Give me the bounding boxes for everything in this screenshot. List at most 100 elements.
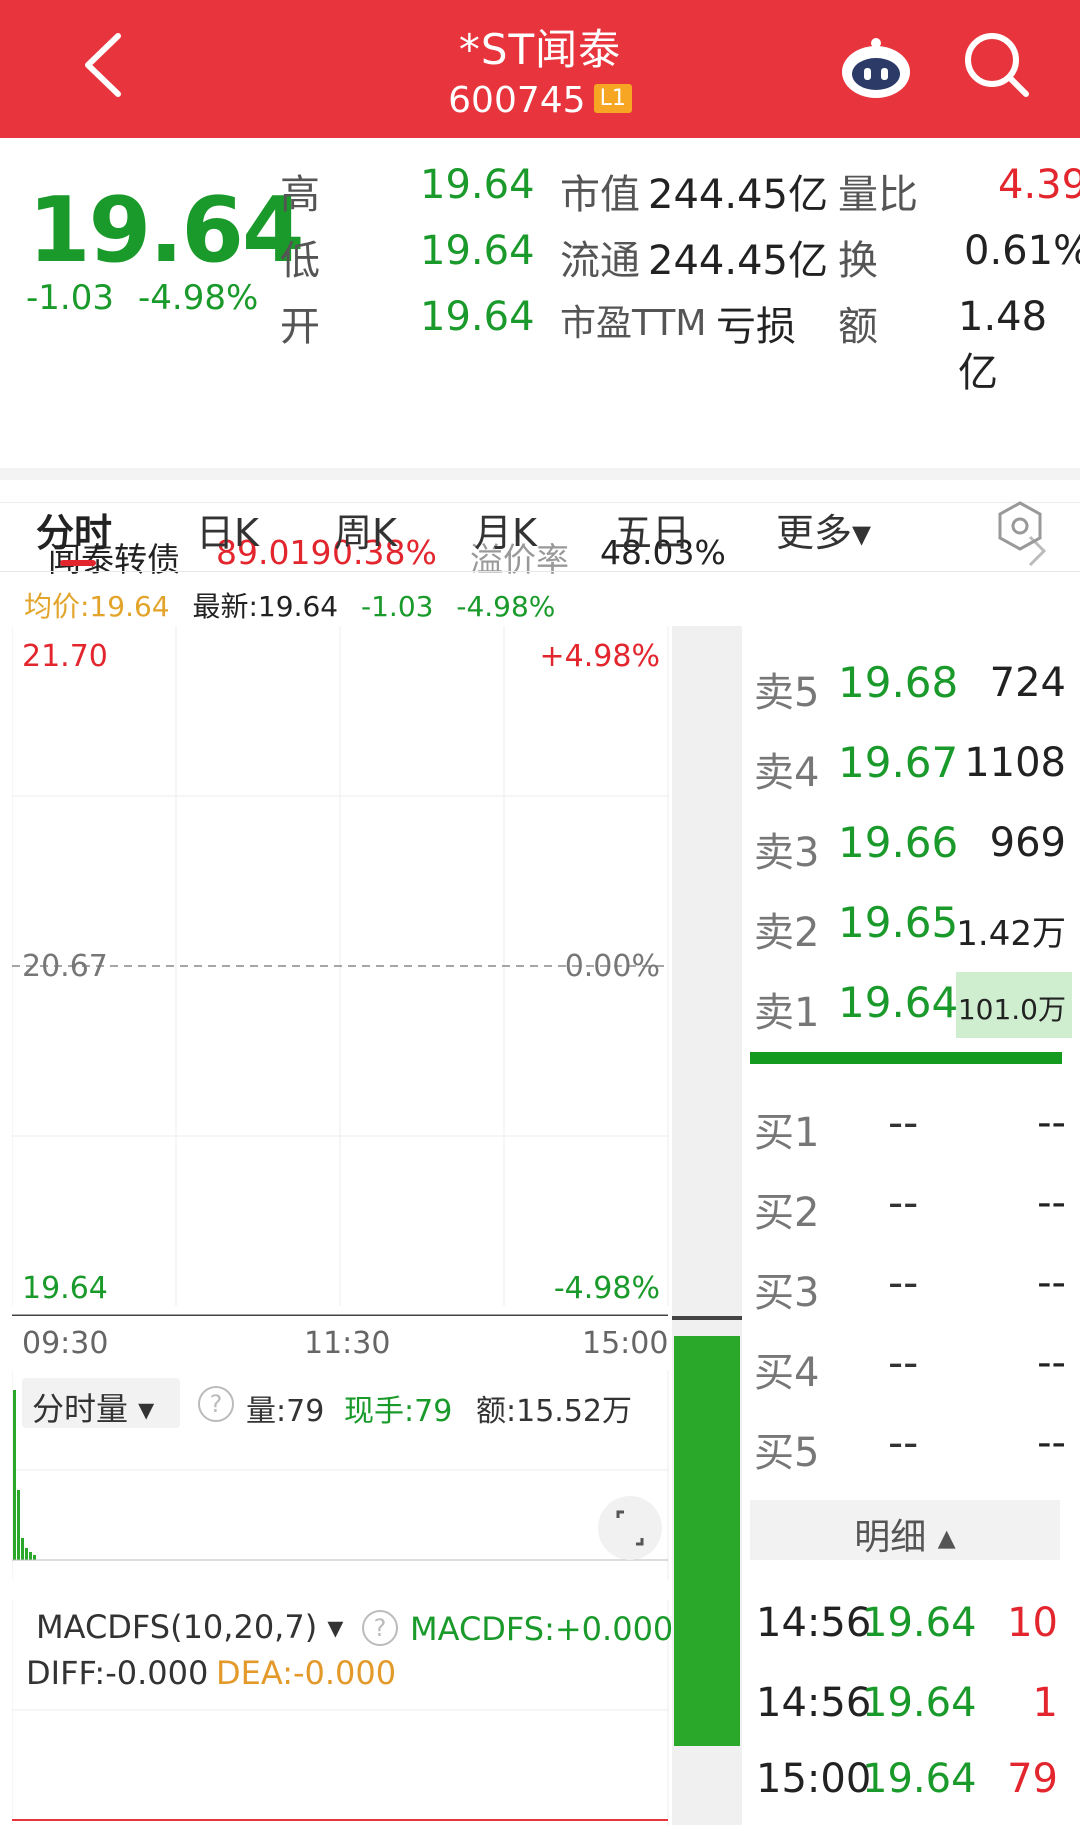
high-value: 19.64 bbox=[420, 162, 535, 208]
float-cap-value: 244.45亿 bbox=[648, 238, 828, 284]
intraday-chart[interactable]: 21.70 20.67 19.64 +4.98% 0.00% -4.98% bbox=[12, 626, 672, 1316]
robot-assistant-icon[interactable] bbox=[838, 36, 914, 102]
y-axis-top-label: 21.70 bbox=[22, 639, 108, 674]
buy-row-3: 买3 -- -- bbox=[748, 1246, 1080, 1324]
trade-detail-row: 14:56 19.64 1 bbox=[756, 1680, 1066, 1756]
details-toggle[interactable]: 明细 ▴ bbox=[750, 1500, 1060, 1560]
volume-ratio-label: 量比 bbox=[838, 172, 918, 218]
pct-axis-mid-label: 0.00% bbox=[565, 949, 660, 984]
amount-value: 1.48亿 bbox=[958, 294, 1048, 396]
order-price: 19.64 bbox=[838, 978, 959, 1027]
sell-row-3: 卖3 19.66 969 bbox=[748, 806, 1080, 884]
order-volume: -- bbox=[1037, 1340, 1066, 1386]
buy-row-4: 买4 -- -- bbox=[748, 1326, 1080, 1404]
turnover-label: 换 bbox=[838, 238, 878, 284]
order-volume: -- bbox=[1037, 1180, 1066, 1226]
tab-more[interactable]: 更多▾ bbox=[776, 502, 871, 557]
order-volume: -- bbox=[1037, 1420, 1066, 1466]
order-volume: -- bbox=[1037, 1100, 1066, 1146]
trade-time: 14:56 bbox=[756, 1600, 872, 1646]
order-label: 买3 bbox=[754, 1270, 820, 1316]
trade-volume: 1 bbox=[1032, 1680, 1058, 1726]
time-label-open: 09:30 bbox=[22, 1326, 109, 1361]
open-label: 开 bbox=[280, 304, 320, 350]
pe-ttm-value: 亏损 bbox=[716, 304, 796, 350]
macd-help-icon[interactable]: ? bbox=[362, 1610, 398, 1646]
app-header: *ST闻泰 600745 L1 bbox=[0, 0, 1080, 138]
order-label: 买2 bbox=[754, 1190, 820, 1236]
time-label-mid: 11:30 bbox=[304, 1326, 391, 1361]
stock-code: 600745 bbox=[448, 80, 586, 121]
tab-weekly-k[interactable]: 周K bbox=[334, 502, 397, 557]
order-volume: 724 bbox=[989, 660, 1066, 706]
order-price: 19.67 bbox=[838, 738, 959, 787]
order-volume: 969 bbox=[989, 820, 1066, 866]
low-value: 19.64 bbox=[420, 228, 535, 274]
level-badge: L1 bbox=[593, 83, 632, 113]
tab-monthly-k[interactable]: 月K bbox=[474, 502, 537, 557]
chart-tabs: 分时 日K 周K 月K 五日 更多▾ bbox=[0, 480, 1080, 572]
order-price: -- bbox=[888, 1418, 919, 1467]
order-price: -- bbox=[888, 1178, 919, 1227]
macd-selector[interactable]: MACDFS(10,20,7) ▾ bbox=[36, 1608, 343, 1646]
macd-value: MACDFS:+0.000 bbox=[410, 1610, 674, 1648]
order-label: 卖5 bbox=[754, 670, 820, 716]
order-label: 买1 bbox=[754, 1110, 820, 1156]
active-tab-indicator bbox=[60, 560, 96, 566]
order-price: -- bbox=[888, 1098, 919, 1147]
y-axis-bottom-label: 19.64 bbox=[22, 1271, 108, 1306]
trade-volume: 10 bbox=[1007, 1600, 1058, 1646]
average-price: 均价:19.64 bbox=[24, 590, 170, 623]
side-volume-strip bbox=[672, 626, 742, 1825]
volume-now: 现手:79 bbox=[344, 1394, 453, 1429]
info-pct: -4.98% bbox=[456, 590, 556, 623]
price-change: -1.03 -4.98% bbox=[26, 278, 282, 318]
latest-price: 最新:19.64 bbox=[192, 590, 339, 623]
tab-intraday[interactable]: 分时 bbox=[36, 502, 112, 557]
order-price: 19.66 bbox=[838, 818, 959, 867]
volume-qty: 量:79 bbox=[246, 1394, 325, 1429]
help-icon[interactable]: ? bbox=[198, 1386, 234, 1422]
time-label-close: 15:00 bbox=[582, 1326, 669, 1361]
volume-amount: 额:15.52万 bbox=[476, 1394, 632, 1429]
sell-row-5: 卖5 19.68 724 bbox=[748, 646, 1080, 724]
order-price: -- bbox=[888, 1258, 919, 1307]
trade-volume: 79 bbox=[1007, 1756, 1058, 1802]
amount-label: 额 bbox=[838, 304, 878, 350]
float-cap-label: 流通 bbox=[560, 238, 640, 284]
order-label: 买4 bbox=[754, 1350, 820, 1396]
settings-hexagon-icon[interactable] bbox=[994, 500, 1046, 552]
macd-dea: DEA:-0.000 bbox=[216, 1654, 397, 1692]
tab-daily-k[interactable]: 日K bbox=[196, 502, 259, 557]
order-book: 卖5 19.68 724 卖4 19.67 1108 卖3 19.66 969 … bbox=[748, 626, 1080, 1526]
volume-selector[interactable]: 分时量 ▾ bbox=[22, 1378, 180, 1428]
trade-time: 14:56 bbox=[756, 1680, 872, 1726]
trade-price: 19.64 bbox=[862, 1756, 977, 1802]
order-volume: 101.0万 bbox=[957, 993, 1066, 1026]
section-divider bbox=[0, 468, 1080, 480]
market-cap-label: 市值 bbox=[560, 172, 640, 218]
order-volume: 1.42万 bbox=[956, 914, 1066, 954]
bid-ask-divider bbox=[750, 1052, 1062, 1064]
change-value: -1.03 bbox=[26, 278, 114, 318]
sell-row-1: 卖1 19.64 101.0万 bbox=[748, 966, 1080, 1044]
current-price: 19.64 bbox=[28, 178, 305, 283]
turnover-value: 0.61% bbox=[964, 228, 1080, 274]
order-label: 卖4 bbox=[754, 750, 820, 796]
order-price: 19.65 bbox=[838, 898, 959, 947]
buy-row-5: 买5 -- -- bbox=[748, 1406, 1080, 1484]
order-label: 买5 bbox=[754, 1430, 820, 1476]
quote-panel: 19.64 -1.03 -4.98% 高 19.64 市值 244.45亿 量比 … bbox=[0, 138, 1080, 579]
search-icon[interactable] bbox=[962, 30, 1032, 100]
order-label: 卖1 bbox=[754, 990, 820, 1036]
side-volume-bar bbox=[674, 1336, 740, 1746]
trade-detail-row: 15:00 19.64 79 bbox=[756, 1756, 1066, 1832]
trade-price: 19.64 bbox=[862, 1600, 977, 1646]
tab-five-day[interactable]: 五日 bbox=[614, 502, 690, 557]
volume-ratio-value: 4.39 bbox=[998, 162, 1080, 208]
pct-axis-bottom-label: -4.98% bbox=[554, 1271, 660, 1306]
pe-ttm-label: 市盈TTM bbox=[560, 303, 707, 344]
stock-code-line: 600745 L1 bbox=[0, 80, 1080, 121]
fullscreen-button[interactable] bbox=[598, 1496, 662, 1560]
order-label: 卖3 bbox=[754, 830, 820, 876]
